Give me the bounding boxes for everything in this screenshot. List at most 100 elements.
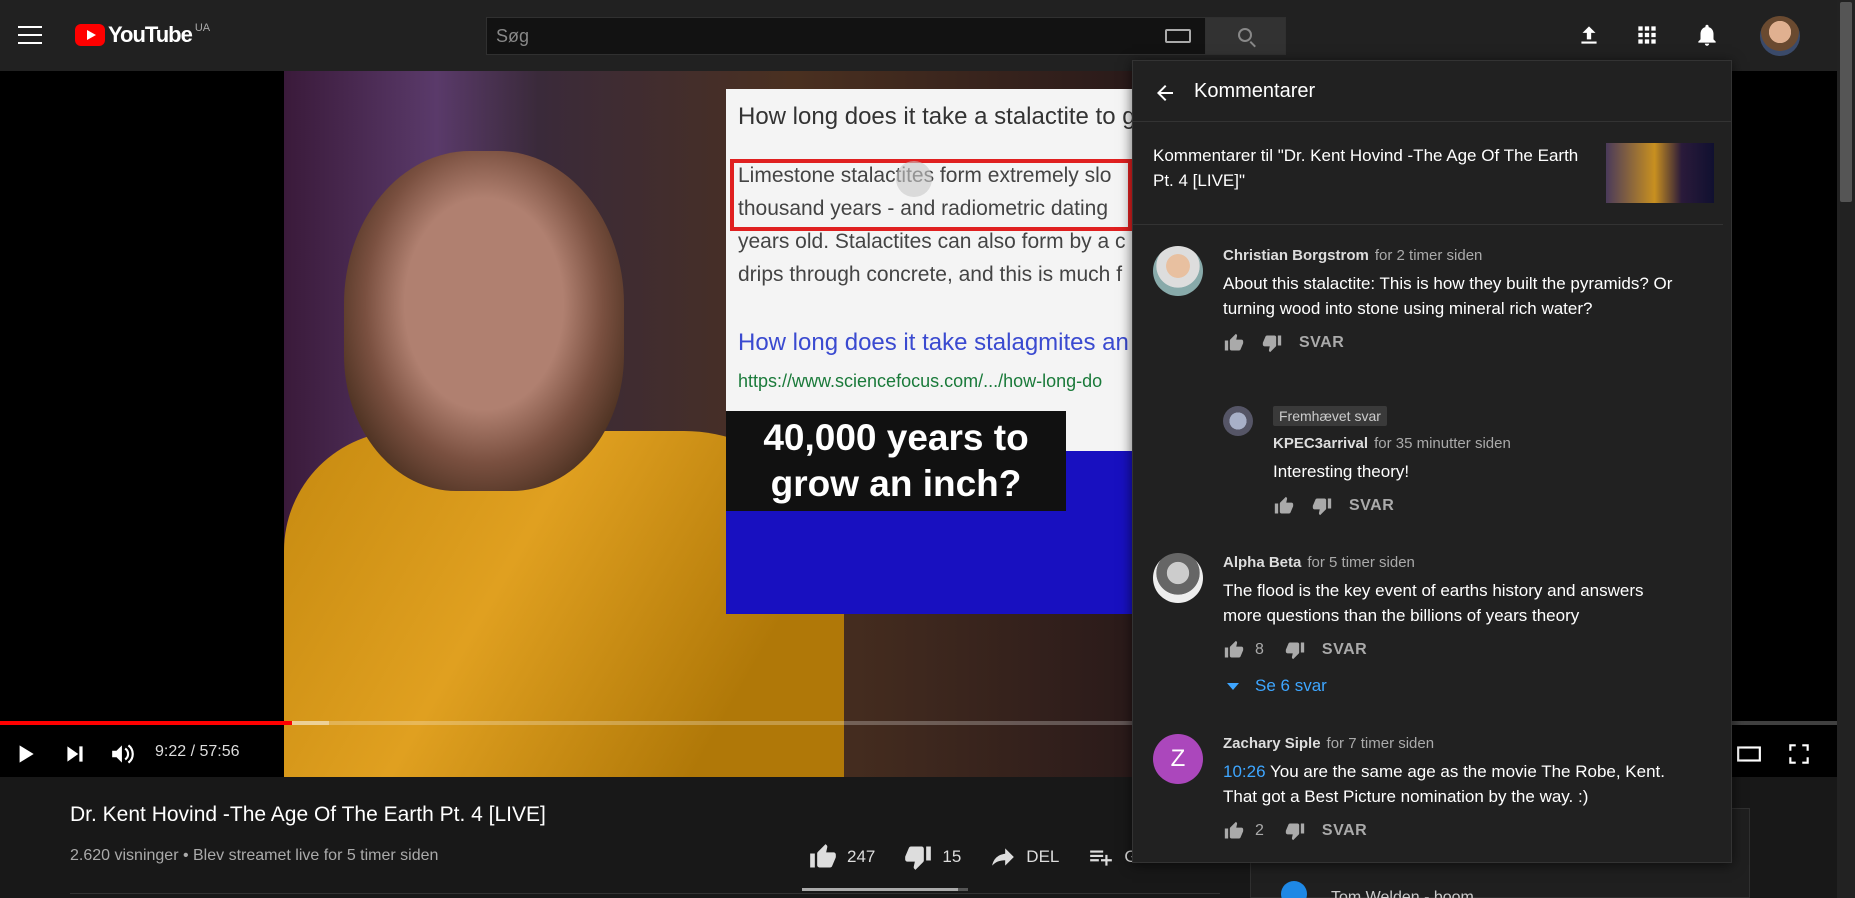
comment-body: Fremhævet svar KPEC3arrival for 35 minutt… bbox=[1273, 406, 1693, 518]
slide-line: Limestone stalactites form extremely slo bbox=[738, 164, 1112, 187]
comments-title: Kommentarer bbox=[1194, 80, 1316, 102]
comment-time[interactable]: for 2 timer siden bbox=[1375, 247, 1483, 264]
comments-context: Kommentarer til "Dr. Kent Hovind -The Ag… bbox=[1153, 146, 1579, 190]
video-title: Dr. Kent Hovind -The Age Of The Earth Pt… bbox=[70, 803, 546, 826]
comment-text: About this stalactite: This is how they … bbox=[1223, 274, 1673, 318]
search-button[interactable] bbox=[1206, 17, 1286, 55]
show-replies-button[interactable]: Se 6 svar bbox=[1223, 676, 1683, 696]
caption-line: 40,000 years to bbox=[763, 417, 1029, 458]
divider bbox=[1133, 224, 1723, 225]
comment-text: Interesting theory! bbox=[1273, 462, 1410, 481]
commenter-avatar[interactable]: Z bbox=[1153, 734, 1203, 784]
comment-text-container: 10:26 You are the same age as the movie … bbox=[1223, 759, 1683, 809]
commenter-avatar[interactable] bbox=[1223, 406, 1253, 436]
like-count: 247 bbox=[847, 847, 876, 866]
comment-meta: Christian Borgstrom for 2 timer siden bbox=[1223, 246, 1683, 266]
comment-meta: Zachary Siple for 7 timer siden bbox=[1223, 734, 1683, 754]
comment-time[interactable]: for 35 minutter siden bbox=[1374, 435, 1511, 452]
miniplayer-icon[interactable] bbox=[896, 161, 932, 197]
comment-body: Christian Borgstrom for 2 timer siden Abo… bbox=[1223, 246, 1683, 355]
upload-icon[interactable] bbox=[1576, 22, 1602, 48]
featured-reply-badge: Fremhævet svar bbox=[1273, 406, 1387, 426]
caption-line: grow an inch? bbox=[770, 463, 1022, 504]
theater-mode-icon[interactable] bbox=[1735, 741, 1763, 767]
share-label: DEL bbox=[1026, 847, 1060, 866]
thumb-down-icon[interactable] bbox=[1311, 496, 1333, 516]
comment-body: Alpha Beta for 5 timer siden The flood is… bbox=[1223, 553, 1683, 696]
youtube-logo[interactable]: YouTube UA bbox=[75, 22, 210, 48]
sentiment-fill bbox=[802, 888, 959, 891]
back-arrow-icon[interactable] bbox=[1153, 81, 1177, 105]
reply-button[interactable]: SVAR bbox=[1299, 334, 1344, 352]
account-avatar[interactable] bbox=[1760, 16, 1800, 56]
keyboard-icon[interactable] bbox=[1165, 29, 1191, 43]
logo-country: UA bbox=[194, 22, 211, 34]
comment-like-count: 2 bbox=[1255, 822, 1264, 839]
reply-button[interactable]: SVAR bbox=[1349, 497, 1394, 515]
slide-line: years old. Stalactites can also form by … bbox=[738, 230, 1126, 253]
reply-button[interactable]: SVAR bbox=[1322, 822, 1367, 840]
thumb-up-icon[interactable] bbox=[1223, 821, 1245, 841]
video-frame[interactable]: How long does it take a stalactite to g … bbox=[284, 71, 1132, 777]
play-icon[interactable] bbox=[12, 741, 38, 767]
search-input[interactable] bbox=[486, 17, 1206, 55]
search-bar bbox=[486, 17, 1286, 55]
video-thumbnail[interactable] bbox=[1606, 143, 1714, 203]
scrollbar-thumb[interactable] bbox=[1840, 2, 1852, 202]
youtube-watch-page: YouTube UA How long does it take a stala… bbox=[0, 0, 1855, 898]
share-button[interactable]: DEL bbox=[989, 844, 1059, 870]
timestamp-link[interactable]: 10:26 bbox=[1223, 762, 1266, 781]
thumb-down-icon[interactable] bbox=[1284, 640, 1306, 660]
sentiment-bar bbox=[802, 888, 968, 891]
slide-link: How long does it take stalagmites an bbox=[738, 329, 1129, 356]
comment-actions: 2 SVAR bbox=[1223, 819, 1683, 843]
fullscreen-icon[interactable] bbox=[1785, 741, 1813, 767]
search-icon bbox=[1238, 28, 1252, 42]
thumb-down-icon[interactable] bbox=[1261, 333, 1283, 353]
time-display: 9:22 / 57:56 bbox=[155, 743, 240, 760]
view-count: 2.620 visninger • Blev streamet live for… bbox=[70, 847, 439, 864]
thumb-down-icon bbox=[905, 846, 932, 870]
comment-text: You are the same age as the movie The Ro… bbox=[1223, 762, 1665, 806]
comment-author[interactable]: Alpha Beta bbox=[1223, 554, 1301, 571]
comment-author[interactable]: Zachary Siple bbox=[1223, 735, 1321, 752]
presenter-head bbox=[344, 151, 624, 491]
divider bbox=[70, 893, 1220, 894]
comment-actions: SVAR bbox=[1273, 494, 1693, 518]
like-button[interactable]: 247 bbox=[808, 843, 875, 871]
youtube-play-icon bbox=[75, 24, 105, 46]
slide-body: Limestone stalactites form extremely slo… bbox=[738, 159, 1132, 291]
commenter-avatar[interactable] bbox=[1153, 553, 1203, 603]
thumb-up-icon[interactable] bbox=[1273, 496, 1295, 516]
comment-body: Zachary Siple for 7 timer siden 10:26 You… bbox=[1223, 734, 1683, 843]
apps-icon[interactable] bbox=[1634, 22, 1660, 48]
comment-time[interactable]: for 5 timer siden bbox=[1307, 554, 1415, 571]
thumb-up-icon[interactable] bbox=[1223, 333, 1245, 353]
page-scrollbar[interactable] bbox=[1837, 0, 1855, 898]
playlist-add-icon bbox=[1090, 850, 1113, 866]
comment-time[interactable]: for 7 timer siden bbox=[1327, 735, 1435, 752]
chat-message: Tom Welden - boom bbox=[1331, 889, 1474, 898]
comment-author[interactable]: KPEC3arrival bbox=[1273, 435, 1368, 452]
thumb-down-icon[interactable] bbox=[1284, 821, 1306, 841]
progress-played bbox=[0, 721, 293, 725]
slide-url: https://www.sciencefocus.com/.../how-lon… bbox=[738, 371, 1103, 391]
show-replies-label: Se 6 svar bbox=[1255, 676, 1327, 695]
comment-author[interactable]: Christian Borgstrom bbox=[1223, 247, 1369, 264]
comments-panel: Kommentarer Kommentarer til "Dr. Kent Ho… bbox=[1132, 60, 1732, 863]
thumb-up-icon[interactable] bbox=[1223, 640, 1245, 660]
slide-line: drips through concrete, and this is much… bbox=[738, 263, 1123, 286]
comment-meta: Alpha Beta for 5 timer siden bbox=[1223, 553, 1683, 573]
slide-caption: 40,000 years to grow an inch? bbox=[726, 411, 1066, 511]
menu-icon[interactable] bbox=[18, 26, 42, 46]
comment-actions: 8 SVAR bbox=[1223, 638, 1683, 662]
volume-icon[interactable] bbox=[108, 741, 138, 767]
share-icon bbox=[992, 848, 1015, 866]
dislike-count: 15 bbox=[942, 847, 962, 866]
comment-meta: KPEC3arrival for 35 minutter siden bbox=[1273, 434, 1693, 454]
dislike-button[interactable]: 15 bbox=[903, 843, 961, 871]
bell-icon[interactable] bbox=[1694, 22, 1720, 48]
next-icon[interactable] bbox=[62, 741, 88, 767]
commenter-avatar[interactable] bbox=[1153, 246, 1203, 296]
reply-button[interactable]: SVAR bbox=[1322, 641, 1367, 659]
